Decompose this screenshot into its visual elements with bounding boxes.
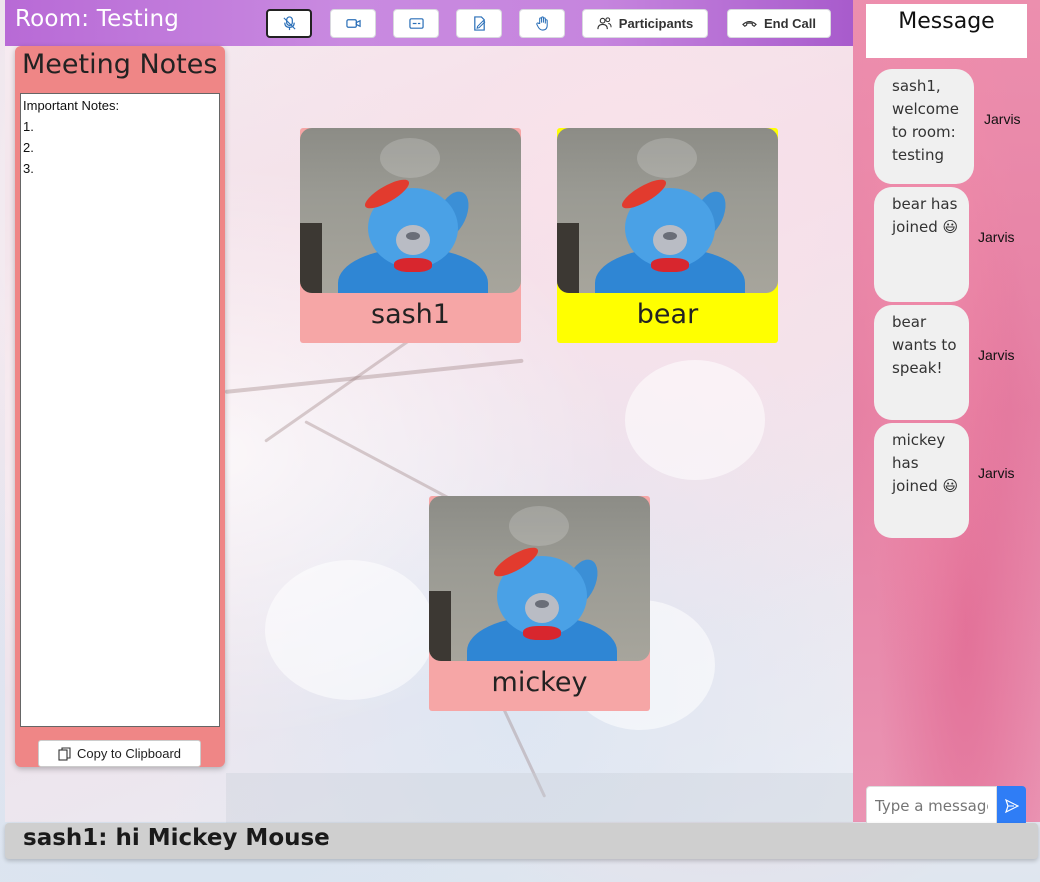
room-title: Room: Testing xyxy=(15,6,180,32)
captions-icon xyxy=(408,18,424,29)
participant-video xyxy=(557,128,778,293)
chat-message-sender: Jarvis xyxy=(978,465,1015,481)
video-camera-icon xyxy=(345,19,361,28)
video-toggle-button[interactable] xyxy=(330,9,376,38)
raise-hand-icon xyxy=(535,16,548,31)
participant-tile: mickey xyxy=(429,496,650,711)
participant-tile: sash1 xyxy=(300,128,521,343)
microphone-toggle-button[interactable] xyxy=(266,9,312,38)
participants-label: Participants xyxy=(618,16,694,31)
copy-label: Copy to Clipboard xyxy=(76,746,182,761)
chat-message-text: sash1, welcome to room: testing xyxy=(892,77,959,164)
blossom xyxy=(625,360,765,480)
chat-message-sender: Jarvis xyxy=(984,111,1021,127)
participant-tile-speaking: bear xyxy=(557,128,778,343)
raise-hand-button[interactable] xyxy=(519,9,565,38)
participant-name: mickey xyxy=(491,667,588,698)
chat-message-input[interactable] xyxy=(866,786,997,826)
notes-title: Meeting Notes xyxy=(22,49,218,80)
chat-message: sash1, welcome to room: testing xyxy=(874,69,974,184)
microphone-icon xyxy=(282,16,296,31)
chat-message-sender: Jarvis xyxy=(978,347,1015,363)
participants-icon xyxy=(597,17,612,30)
participants-button[interactable]: Participants xyxy=(582,9,708,38)
notes-icon xyxy=(473,16,485,31)
stage-footer xyxy=(226,773,853,823)
end-call-button[interactable]: End Call xyxy=(727,9,831,38)
notes-toggle-button[interactable] xyxy=(456,9,502,38)
hang-up-icon xyxy=(742,21,757,28)
live-caption-bar: sash1: hi Mickey Mouse xyxy=(5,823,1038,859)
notes-textarea[interactable] xyxy=(20,93,220,727)
copy-to-clipboard-button[interactable]: Copy to Clipboard xyxy=(38,740,201,767)
live-caption-text: sash1: hi Mickey Mouse xyxy=(23,825,330,851)
chat-message: bear wants to speak! xyxy=(874,305,969,420)
chat-message-text: bear wants to speak! xyxy=(892,313,957,377)
participant-video xyxy=(429,496,650,661)
captions-button[interactable] xyxy=(393,9,439,38)
participant-name: sash1 xyxy=(371,299,450,330)
send-icon xyxy=(1004,799,1019,813)
end-call-label: End Call xyxy=(763,16,816,31)
send-message-button[interactable] xyxy=(997,786,1026,826)
chat-message-text: bear has joined 😃 xyxy=(892,195,959,236)
chat-panel: Message sash1, welcome to room: testing … xyxy=(853,0,1040,826)
participant-name: bear xyxy=(636,299,699,330)
participant-video xyxy=(300,128,521,293)
chat-message: mickey has joined 😃 xyxy=(874,423,969,538)
chat-message-text: mickey has joined 😃 xyxy=(892,431,959,495)
chat-message: bear has joined 😃 xyxy=(874,187,969,302)
meeting-notes-panel: Meeting Notes Copy to Clipboard xyxy=(15,46,225,767)
blossom xyxy=(265,560,435,700)
top-toolbar: Room: Testing Participants End Call xyxy=(5,0,853,46)
chat-message-sender: Jarvis xyxy=(978,229,1015,245)
chat-header: Message xyxy=(866,4,1027,58)
copy-icon xyxy=(58,746,71,761)
